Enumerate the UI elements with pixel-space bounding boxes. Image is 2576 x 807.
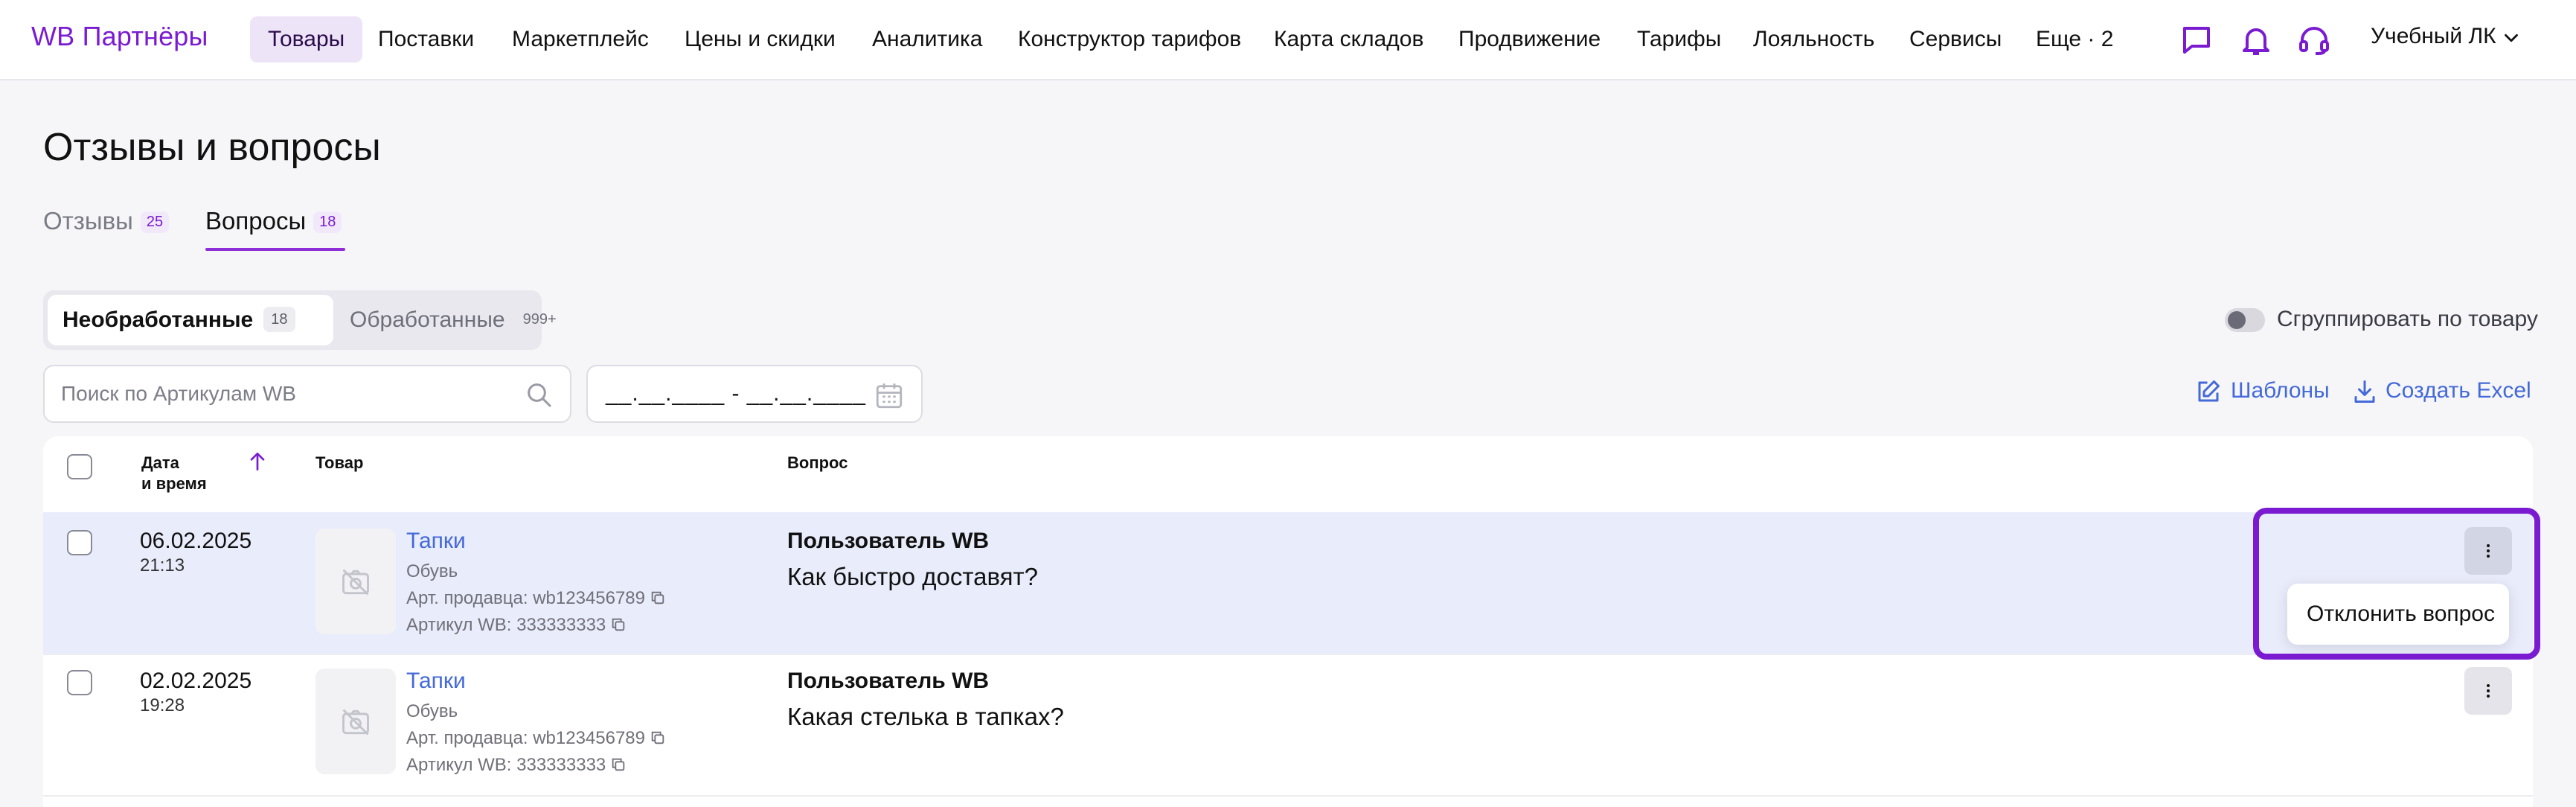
download-icon[interactable]	[2351, 378, 2378, 405]
tab-count-badge: 25	[140, 211, 170, 233]
copy-icon[interactable]	[610, 756, 627, 773]
tab-label: Вопросы	[205, 207, 307, 235]
bell-icon[interactable]	[2238, 22, 2274, 58]
question-text: Как быстро доставят?	[787, 563, 1038, 590]
sort-arrow-up-icon[interactable]	[246, 450, 269, 473]
nav-item-products[interactable]: Товары	[250, 16, 363, 63]
more-vertical-icon	[2487, 684, 2490, 698]
tab-label: Отзывы	[43, 207, 133, 235]
question-author: Пользователь WB	[787, 669, 990, 693]
tab-reviews[interactable]: Отзывы 25	[43, 207, 170, 235]
question-date: 06.02.2025	[140, 529, 252, 553]
create-excel-button[interactable]: Создать Excel	[2386, 378, 2531, 404]
product-thumbnail[interactable]	[315, 529, 396, 634]
nav-item-supplies[interactable]: Поставки	[378, 16, 474, 63]
edit-templates-icon[interactable]	[2195, 378, 2222, 405]
column-header-date-line2: и время	[141, 474, 207, 493]
product-category: Обувь	[406, 701, 458, 721]
nav-item-tariff-builder[interactable]: Конструктор тарифов	[1018, 16, 1241, 63]
questions-table: Дата и время Товар Вопрос 06.02.2025 21:…	[43, 436, 2533, 807]
seller-article-text: Арт. продавца: wb123456789	[406, 588, 645, 608]
wb-partners-logo[interactable]: WB Партнёры	[31, 21, 208, 52]
table-row[interactable]: 02.02.2025 19:28 Тапки Обувь Арт. продав…	[43, 655, 2533, 797]
group-by-product-toggle[interactable]	[2225, 308, 2265, 332]
segment-label: Обработанные	[350, 307, 505, 332]
product-thumbnail[interactable]	[315, 669, 396, 774]
nav-item-promotion[interactable]: Продвижение	[1458, 16, 1601, 63]
wb-article: Артикул WB: 333333333	[406, 615, 627, 636]
segment-processed[interactable]: Обработанные 999+	[350, 295, 564, 345]
article-search-input[interactable]	[61, 366, 507, 421]
date-range-picker[interactable]: __.__.____ - __.__.____	[586, 365, 923, 423]
search-icon[interactable]	[524, 380, 554, 409]
nav-item-loyalty[interactable]: Лояльность	[1753, 16, 1874, 63]
toggle-knob	[2228, 311, 2246, 329]
wb-article-text: Артикул WB: 333333333	[406, 615, 606, 635]
copy-icon[interactable]	[610, 616, 627, 633]
nav-item-services[interactable]: Сервисы	[1909, 16, 2002, 63]
column-header-date[interactable]: Дата и время	[141, 453, 207, 494]
chat-icon[interactable]	[2179, 22, 2214, 58]
segment-count-badge: 18	[263, 307, 295, 332]
nav-item-more[interactable]: Еще · 2	[2036, 16, 2113, 63]
segment-unprocessed[interactable]: Необработанные 18	[48, 295, 333, 345]
seller-article: Арт. продавца: wb123456789	[406, 728, 666, 749]
templates-button[interactable]: Шаблоны	[2231, 378, 2330, 404]
date-range-value: __.__.____ - __.__.____	[606, 381, 866, 406]
seller-article: Арт. продавца: wb123456789	[406, 588, 666, 609]
question-author: Пользователь WB	[787, 529, 990, 553]
calendar-icon[interactable]	[874, 380, 905, 411]
nav-item-warehouse-map[interactable]: Карта складов	[1274, 16, 1423, 63]
tab-count-badge: 18	[313, 211, 342, 233]
nav-item-tariffs[interactable]: Тарифы	[1637, 16, 1721, 63]
product-name-link[interactable]: Тапки	[406, 529, 466, 554]
nav-item-prices-discounts[interactable]: Цены и скидки	[685, 16, 836, 63]
row-divider	[43, 795, 2533, 797]
question-time: 21:13	[140, 555, 185, 575]
nav-item-analytics[interactable]: Аналитика	[872, 16, 983, 63]
row-checkbox[interactable]	[67, 670, 92, 695]
top-navigation-bar: WB Партнёры Товары Поставки Маркетплейс …	[0, 0, 2576, 80]
active-tab-indicator	[205, 248, 345, 251]
copy-icon[interactable]	[650, 730, 666, 746]
article-search-box	[43, 365, 571, 423]
row-more-button[interactable]	[2464, 667, 2512, 715]
no-photo-icon	[342, 709, 369, 736]
select-all-checkbox[interactable]	[67, 454, 92, 479]
question-text: Какая стелька в тапках?	[787, 703, 1064, 730]
product-category: Обувь	[406, 561, 458, 581]
status-segmented-control: Необработанные 18 Обработанные 999+	[43, 290, 557, 350]
column-header-question: Вопрос	[787, 453, 848, 472]
seller-article-text: Арт. продавца: wb123456789	[406, 728, 645, 748]
nav-item-marketplace[interactable]: Маркетплейс	[512, 16, 649, 63]
question-time: 19:28	[140, 695, 185, 715]
segment-label: Необработанные	[63, 307, 254, 332]
column-header-product: Товар	[315, 453, 364, 472]
group-by-product-label[interactable]: Сгруппировать по товару	[2277, 307, 2538, 332]
segment-count-badge: 999+	[522, 311, 557, 328]
copy-icon[interactable]	[650, 590, 666, 606]
question-date: 02.02.2025	[140, 669, 252, 693]
no-photo-icon	[342, 569, 369, 596]
chevron-down-icon[interactable]	[2500, 27, 2522, 49]
column-header-date-line1: Дата	[141, 453, 179, 472]
wb-article-text: Артикул WB: 333333333	[406, 755, 606, 775]
account-name[interactable]: Учебный ЛК	[2371, 24, 2496, 49]
highlight-frame	[2253, 508, 2540, 660]
product-name-link[interactable]: Тапки	[406, 669, 466, 694]
page-title: Отзывы и вопросы	[43, 126, 381, 169]
headset-icon[interactable]	[2296, 22, 2332, 58]
tab-questions[interactable]: Вопросы 18	[205, 207, 342, 235]
wb-article: Артикул WB: 333333333	[406, 755, 627, 776]
table-row[interactable]: 06.02.2025 21:13 Тапки Обувь Арт. продав…	[43, 512, 2533, 654]
row-checkbox[interactable]	[67, 530, 92, 555]
